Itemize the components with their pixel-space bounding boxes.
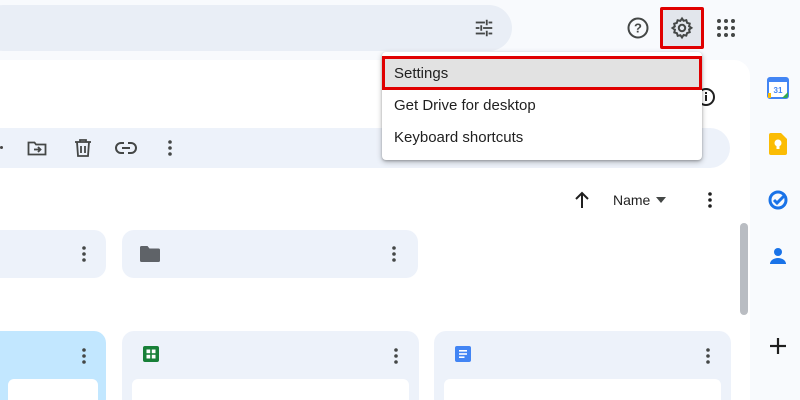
file-more-button[interactable]: [72, 344, 96, 368]
tune-icon: [473, 17, 495, 39]
file-card[interactable]: [434, 331, 731, 400]
sort-by-dropdown[interactable]: Name: [613, 186, 667, 214]
scrollbar-thumb[interactable]: [740, 223, 748, 315]
folder-card[interactable]: [0, 230, 106, 278]
add-icon: [769, 337, 787, 355]
tasks-button[interactable]: [764, 186, 792, 214]
more-vert-icon: [82, 348, 86, 364]
trash-icon: [74, 138, 92, 158]
toolbar-overflow-fragment: [0, 146, 3, 149]
more-vert-icon: [708, 192, 712, 208]
menu-item-label: Settings: [394, 64, 449, 82]
file-more-button[interactable]: [696, 344, 720, 368]
google-apps-button[interactable]: [710, 12, 742, 44]
keep-button[interactable]: [764, 130, 792, 158]
sheets-icon: [142, 345, 160, 363]
svg-text:?: ?: [634, 21, 642, 36]
more-vert-icon: [392, 246, 396, 262]
calendar-day: 31: [774, 86, 783, 95]
file-card[interactable]: [122, 331, 419, 400]
delete-button[interactable]: [68, 133, 98, 163]
side-panel: 31: [752, 60, 800, 400]
folder-card[interactable]: [122, 230, 418, 278]
sort-by-label: Name: [613, 192, 651, 208]
file-thumbnail: [444, 379, 721, 400]
file-thumbnail: [8, 379, 98, 400]
settings-button[interactable]: [660, 7, 704, 49]
search-bar[interactable]: [0, 5, 512, 51]
file-card-selected[interactable]: [0, 331, 106, 400]
more-vert-icon: [706, 348, 710, 364]
menu-item-label: Keyboard shortcuts: [394, 128, 524, 146]
folder-icon: [138, 242, 162, 266]
apps-grid-icon: [716, 18, 736, 38]
settings-button-ring: [665, 11, 699, 45]
sort-direction-button[interactable]: [568, 186, 596, 214]
calendar-button[interactable]: 31: [764, 74, 792, 102]
file-more-button[interactable]: [384, 344, 408, 368]
gear-icon: [670, 16, 694, 40]
contacts-button[interactable]: [764, 242, 792, 270]
calendar-icon: 31: [767, 77, 789, 99]
menu-item-label: Get Drive for desktop: [394, 96, 536, 114]
more-vert-icon: [82, 246, 86, 262]
help-button[interactable]: ?: [622, 12, 654, 44]
menu-item-get-drive-for-desktop[interactable]: Get Drive for desktop: [382, 89, 702, 121]
move-to-folder-icon: [27, 139, 47, 157]
menu-item-settings[interactable]: Settings: [382, 56, 702, 90]
view-options-button[interactable]: [696, 186, 724, 214]
contacts-icon: [770, 247, 786, 265]
keep-icon: [769, 133, 787, 155]
search-options-button[interactable]: [468, 12, 500, 44]
caret-down-icon: [656, 197, 667, 203]
link-icon: [115, 141, 137, 155]
more-vert-icon: [168, 140, 172, 156]
toolbar-more-button[interactable]: [155, 133, 185, 163]
folder-more-button[interactable]: [382, 242, 406, 266]
more-vert-icon: [394, 348, 398, 364]
help-circle-icon: ?: [626, 16, 650, 40]
settings-menu: Settings Get Drive for desktop Keyboard …: [382, 52, 702, 160]
arrow-up-icon: [574, 191, 590, 209]
move-button[interactable]: [22, 133, 52, 163]
tasks-icon: [768, 190, 788, 210]
menu-item-keyboard-shortcuts[interactable]: Keyboard shortcuts: [382, 121, 702, 153]
folder-more-button[interactable]: [72, 242, 96, 266]
docs-icon: [454, 345, 472, 363]
copy-link-button[interactable]: [111, 133, 141, 163]
get-addons-button[interactable]: [764, 332, 792, 360]
file-thumbnail: [132, 379, 409, 400]
